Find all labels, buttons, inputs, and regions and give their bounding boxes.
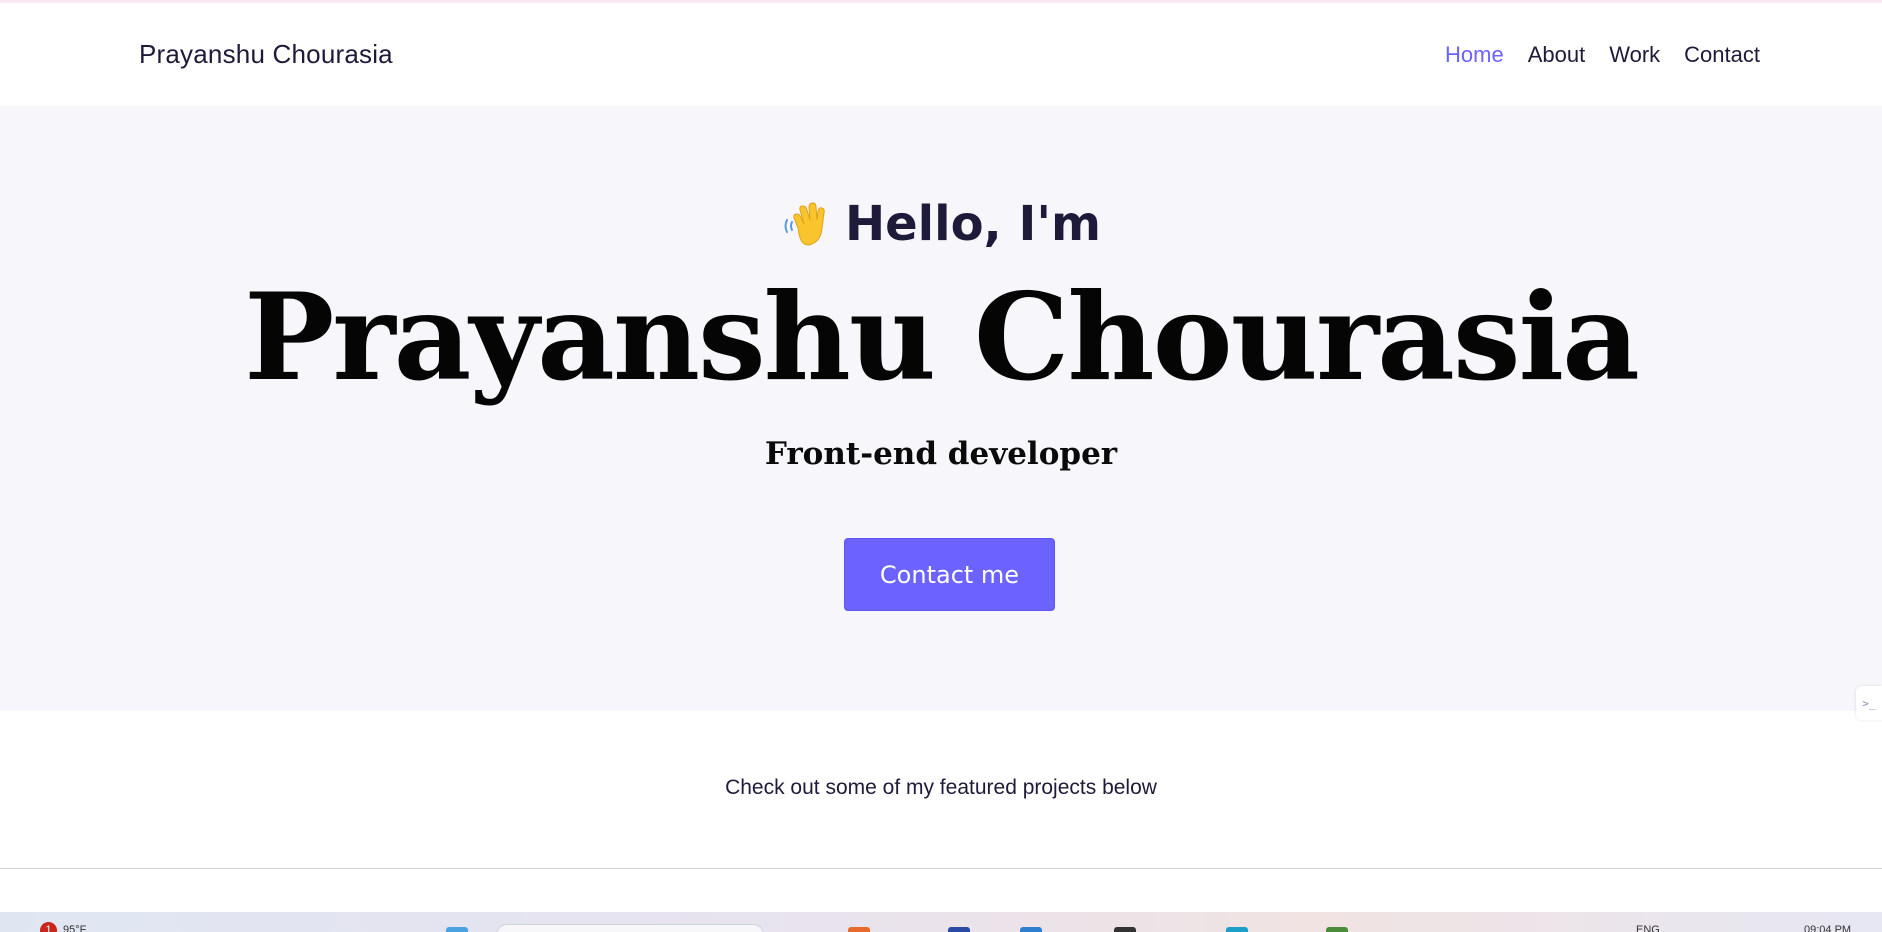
app-icon-blue[interactable] — [948, 927, 970, 932]
contact-me-button[interactable]: Contact me — [844, 538, 1055, 611]
waving-hand-icon — [781, 198, 833, 250]
taskbar-search-field[interactable] — [496, 924, 764, 932]
start-menu-icon[interactable] — [446, 927, 468, 932]
hero-role-subtitle: Front-end developer — [764, 436, 1118, 472]
greeting-text: Hello, I'm — [844, 196, 1102, 252]
nav-link-home[interactable]: Home — [1445, 42, 1504, 68]
os-taskbar: 1 95°F ENG 09:04 PM — [0, 912, 1882, 932]
side-terminal-widget-icon[interactable]: >_ — [1856, 686, 1882, 720]
app-icon-active[interactable] — [1326, 927, 1348, 932]
nav-links: Home About Work Contact — [1445, 42, 1760, 68]
app-icon-terminal[interactable] — [1114, 927, 1136, 932]
hero-section: Hello, I'm Prayanshu Chourasia Front-end… — [0, 106, 1882, 711]
nav-link-work[interactable]: Work — [1609, 42, 1660, 68]
app-icon-word[interactable] — [1020, 927, 1042, 932]
app-icon-orange[interactable] — [848, 927, 870, 932]
app-icon-browser[interactable] — [1226, 927, 1248, 932]
navbar: Prayanshu Chourasia Home About Work Cont… — [0, 3, 1882, 106]
notification-badge[interactable]: 1 — [40, 922, 57, 932]
featured-projects-intro: Check out some of my featured projects b… — [725, 776, 1157, 799]
language-indicator[interactable]: ENG — [1636, 924, 1660, 932]
hero-greeting: Hello, I'm — [0, 196, 1882, 252]
brand-logo-text[interactable]: Prayanshu Chourasia — [139, 39, 393, 70]
clock-readout[interactable]: 09:04 PM — [1804, 924, 1851, 932]
section-divider — [0, 868, 1882, 869]
nav-link-contact[interactable]: Contact — [1684, 42, 1760, 68]
hero-name-heading: Prayanshu Chourasia — [244, 267, 1640, 408]
nav-link-about[interactable]: About — [1528, 42, 1586, 68]
weather-readout[interactable]: 95°F — [63, 924, 86, 932]
